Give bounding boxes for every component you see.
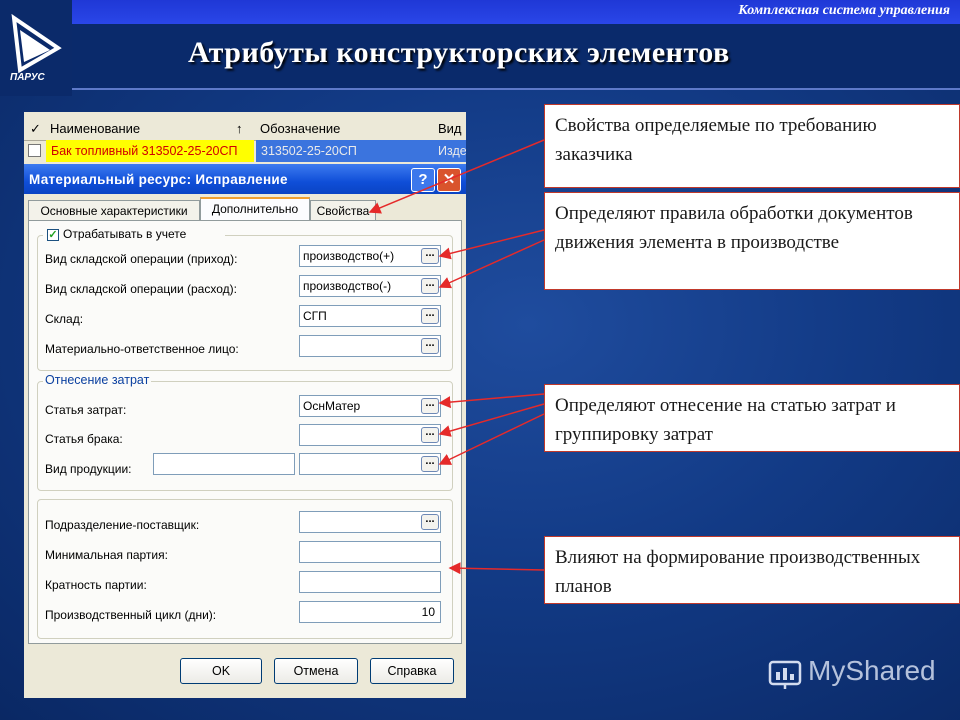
arrow-to-defect-item [438,403,545,437]
arrow-to-properties-tab [368,139,545,214]
arrow-to-expense-operation [438,239,545,289]
arrow-to-product-type [438,413,545,465]
arrow-to-cost-item [438,393,545,409]
callout-arrows [368,139,545,575]
arrow-to-receipt-operation [438,229,545,260]
watermark-logo-icon [768,660,802,689]
arrow-to-planning-group [448,562,545,575]
watermark: MyShared [808,655,936,686]
